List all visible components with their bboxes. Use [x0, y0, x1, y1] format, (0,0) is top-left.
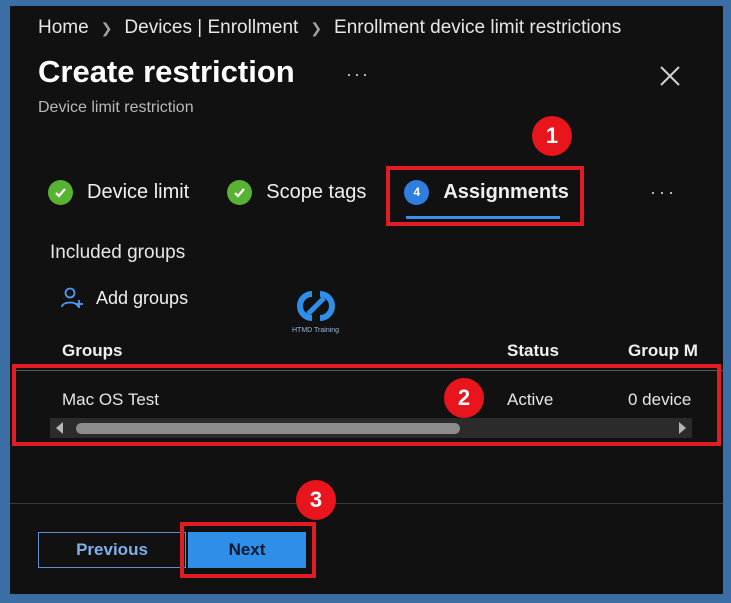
breadcrumb: Home ❯ Devices | Enrollment ❯ Enrollment… — [38, 14, 621, 42]
column-header-groups[interactable]: Groups — [62, 341, 122, 361]
add-person-icon — [61, 287, 83, 308]
included-groups-heading: Included groups — [50, 242, 186, 263]
close-icon[interactable] — [656, 62, 684, 90]
previous-button[interactable]: Previous — [38, 532, 186, 568]
annotation-box-group-row — [12, 364, 721, 446]
annotation-badge-1: 1 — [532, 116, 572, 156]
add-groups-label: Add groups — [96, 287, 189, 308]
add-groups-button[interactable]: Add groups — [60, 286, 188, 310]
breadcrumb-devices-enrollment[interactable]: Devices | Enrollment — [124, 17, 298, 39]
page-subtitle: Device limit restriction — [38, 99, 194, 116]
create-restriction-panel: Home ❯ Devices | Enrollment ❯ Enrollment… — [10, 6, 723, 594]
chevron-right-icon: ❯ — [310, 19, 323, 36]
check-icon — [48, 179, 73, 205]
annotation-box-assignments — [386, 166, 584, 226]
tab-label: Scope tags — [266, 180, 367, 203]
more-options-icon[interactable]: ··· — [346, 64, 370, 85]
column-header-group-members[interactable]: Group M — [628, 341, 698, 361]
chevron-right-icon: ❯ — [100, 19, 113, 36]
more-tabs-icon[interactable]: ··· — [650, 182, 677, 203]
annotation-badge-2: 2 — [444, 378, 484, 418]
footer-divider — [10, 503, 723, 504]
tab-label: Device limit — [87, 180, 190, 203]
annotation-badge-3: 3 — [296, 480, 336, 520]
annotation-box-next — [180, 522, 316, 578]
tab-device-limit[interactable]: Device limit — [48, 179, 190, 205]
breadcrumb-enrollment-restrictions[interactable]: Enrollment device limit restrictions — [334, 17, 621, 39]
check-icon — [227, 179, 253, 205]
page-title: Create restriction — [38, 54, 295, 89]
tab-scope-tags[interactable]: Scope tags — [227, 179, 367, 205]
column-header-status[interactable]: Status — [507, 341, 559, 361]
breadcrumb-home[interactable]: Home — [38, 17, 89, 39]
